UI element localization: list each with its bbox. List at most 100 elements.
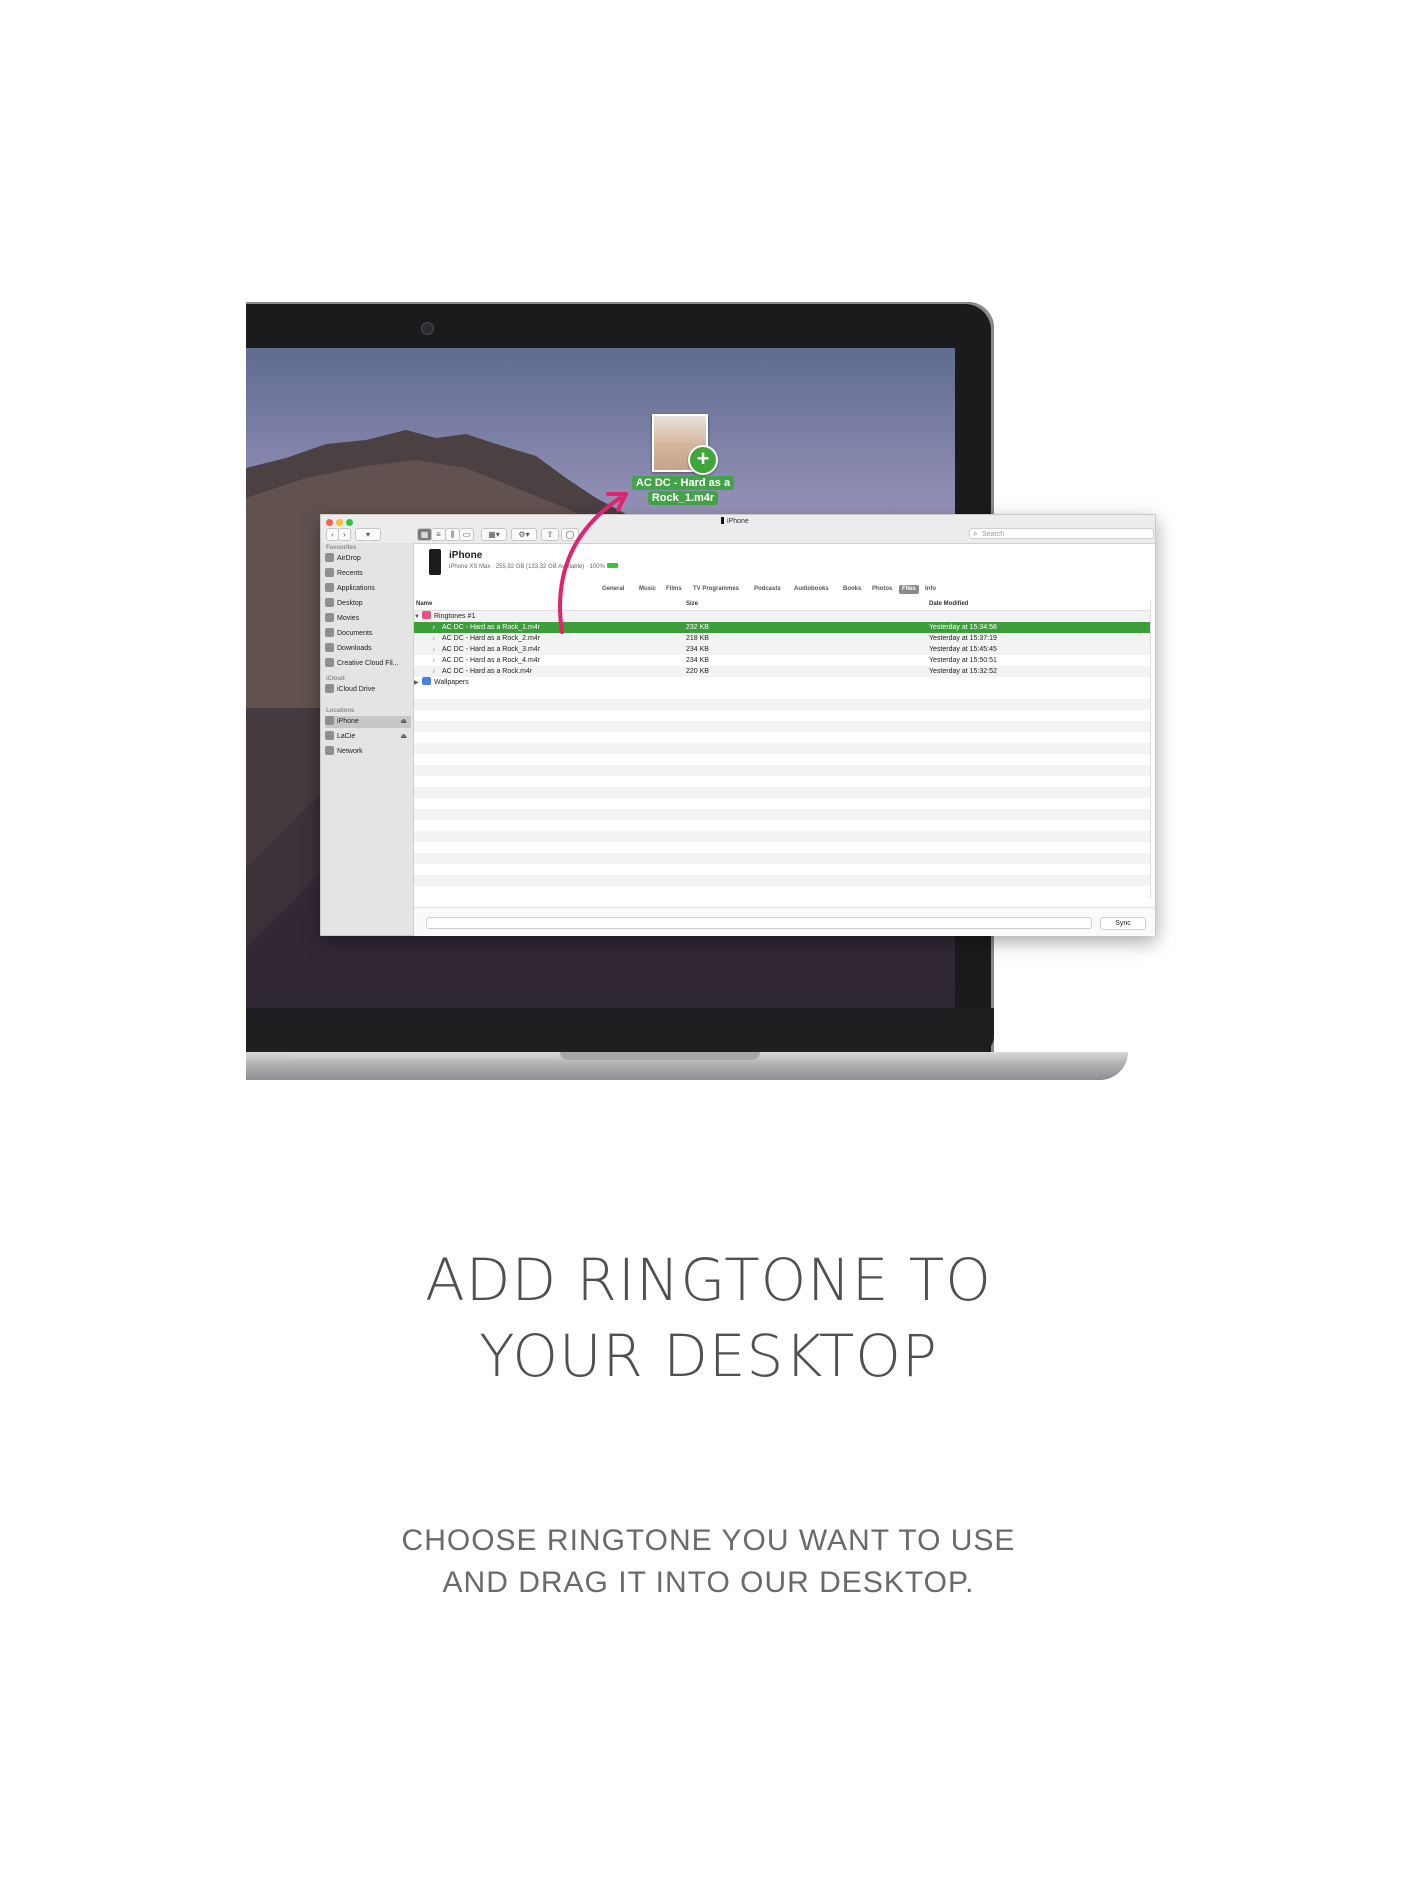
sidebar-heading-locations: Locations	[326, 708, 355, 714]
device-info: iPhone XS Max · 255,92 GB (133,32 GB Ava…	[449, 563, 618, 570]
sync-button[interactable]: Sync	[1100, 917, 1146, 930]
search-input[interactable]: Search	[969, 528, 1154, 539]
sidebar-item-documents[interactable]: Documents	[325, 628, 411, 640]
title-bar: ‹ › ▾ ▦ ≡ ⫼ ▭ ▦▾ ⚙▾ ⇪ ◯ iPhone Search	[321, 515, 1155, 544]
tab-films[interactable]: Films	[663, 585, 685, 594]
movies-icon	[325, 613, 334, 622]
clock-icon	[325, 568, 334, 577]
sidebar-item-icloud-drive[interactable]: iCloud Drive	[325, 684, 411, 696]
iphone-device-icon	[429, 549, 441, 575]
tab-podcasts[interactable]: Podcasts	[751, 585, 784, 594]
laptop-base-highlight	[290, 1054, 556, 1058]
device-header: iPhone iPhone XS Max · 255,92 GB (133,32…	[414, 543, 1155, 581]
device-name: iPhone	[449, 550, 483, 561]
dragged-file-label-line2: Rock_1.m4r	[647, 491, 719, 505]
file-row[interactable]: ♪ AC DC - Hard as a Rock_4.m4r 234 KB Yes…	[414, 655, 1150, 666]
share-button[interactable]: ⇪	[541, 528, 559, 541]
list-view-button[interactable]: ≡	[431, 528, 446, 541]
file-row[interactable]: ♪ AC DC - Hard as a Rock_3.m4r 234 KB Yes…	[414, 644, 1150, 655]
document-icon	[325, 628, 334, 637]
tab-books[interactable]: Books	[840, 585, 864, 594]
empty-row-stripe	[414, 831, 1150, 842]
sidebar-item-downloads[interactable]: Downloads	[325, 643, 411, 655]
storage-bar	[426, 917, 1092, 929]
column-header-size[interactable]: Size	[686, 601, 698, 607]
file-row[interactable]: ♪ AC DC - Hard as a Rock.m4r 220 KB Yeste…	[414, 666, 1150, 677]
eject-icon[interactable]: ⏏	[400, 716, 407, 728]
file-list: Name Size Date Modified ▼ Ringtones #1 ♪ A…	[414, 600, 1151, 898]
battery-icon	[606, 563, 618, 568]
empty-row-stripe	[414, 853, 1150, 864]
tab-tv-programmes[interactable]: TV Programmes	[690, 585, 742, 594]
empty-row-stripe	[414, 809, 1150, 820]
tag-button[interactable]: ◯	[561, 528, 579, 541]
sidebar-item-recents[interactable]: Recents	[325, 568, 411, 580]
empty-row-stripe	[414, 875, 1150, 886]
sidebar-item-creative-cloud[interactable]: Creative Cloud Fil...	[325, 658, 411, 670]
sidebar-item-airdrop[interactable]: AirDrop	[325, 553, 411, 565]
ringtones-folder-icon	[422, 611, 431, 619]
forward-button[interactable]: ›	[338, 528, 351, 541]
music-note-icon: ♪	[432, 657, 436, 664]
icon-view-button[interactable]: ▦	[417, 528, 432, 541]
page-title-line2: YOUR DESKTOP	[479, 1322, 938, 1390]
camera	[421, 322, 434, 335]
desktop-icon	[325, 598, 334, 607]
empty-row-stripe	[414, 743, 1150, 754]
download-icon	[325, 643, 334, 652]
music-note-icon: ♪	[432, 635, 436, 642]
column-headers: Name Size Date Modified	[414, 600, 1150, 611]
file-row[interactable]: ♪ AC DC - Hard as a Rock_1.m4r 232 KB Yes…	[414, 622, 1150, 633]
sidebar-item-iphone[interactable]: iPhone ⏏	[325, 716, 411, 728]
tab-music[interactable]: Music	[636, 585, 659, 594]
finder-window: ‹ › ▾ ▦ ≡ ⫼ ▭ ▦▾ ⚙▾ ⇪ ◯ iPhone Search Fa…	[320, 514, 1156, 936]
page-subtitle-line1: CHOOSE RINGTONE YOU WANT TO USE	[401, 1524, 1016, 1557]
cloud-icon	[325, 658, 334, 667]
tab-photos[interactable]: Photos	[869, 585, 895, 594]
group-button[interactable]: ▦▾	[481, 528, 507, 541]
phone-icon	[721, 517, 724, 524]
tab-audiobooks[interactable]: Audiobooks	[791, 585, 832, 594]
music-note-icon: ♪	[432, 668, 436, 675]
sidebar-item-network[interactable]: Network	[325, 746, 411, 758]
disclosure-triangle-icon[interactable]: ▶	[414, 678, 422, 689]
sidebar-item-applications[interactable]: Applications	[325, 583, 411, 595]
laptop-chin	[246, 1008, 994, 1054]
applications-icon	[325, 583, 334, 592]
tab-info[interactable]: Info	[922, 585, 939, 594]
eject-icon[interactable]: ⏏	[400, 731, 407, 743]
column-header-date[interactable]: Date Modified	[929, 601, 968, 607]
sidebar-heading-favourites: Favourites	[326, 545, 357, 551]
folder-row-ringtones[interactable]: ▼ Ringtones #1	[414, 611, 1150, 622]
folder-row-wallpapers[interactable]: ▶ Wallpapers	[414, 677, 1150, 688]
wallpapers-folder-icon	[422, 677, 431, 685]
tab-bar: General Music Films TV Programmes Podcas…	[414, 583, 1155, 597]
minimize-window-button[interactable]	[336, 519, 343, 526]
sidebar-item-lacie[interactable]: LaCie ⏏	[325, 731, 411, 743]
phone-icon	[325, 716, 334, 725]
path-dropdown-button[interactable]: ▾	[355, 528, 381, 541]
empty-row-stripe	[414, 699, 1150, 710]
tab-general[interactable]: General	[599, 585, 627, 594]
zoom-window-button[interactable]	[346, 519, 353, 526]
close-window-button[interactable]	[326, 519, 333, 526]
column-view-button[interactable]: ⫼	[445, 528, 460, 541]
action-gear-button[interactable]: ⚙▾	[511, 528, 537, 541]
network-icon	[325, 746, 334, 755]
dragged-file-label-line1: AC DC - Hard as a	[631, 476, 735, 490]
column-header-name[interactable]: Name	[416, 601, 432, 607]
empty-row-stripe	[414, 721, 1150, 732]
page-title-line1: ADD RINGTONE TO	[425, 1246, 992, 1314]
sidebar-item-desktop[interactable]: Desktop	[325, 598, 411, 610]
gallery-view-button[interactable]: ▭	[459, 528, 474, 541]
sidebar-heading-icloud: iCloud	[326, 676, 345, 682]
page-title: ADD RINGTONE TO YOUR DESKTOP	[0, 1242, 1417, 1394]
laptop-notch	[560, 1052, 760, 1060]
file-row[interactable]: ♪ AC DC - Hard as a Rock_2.m4r 218 KB Yes…	[414, 633, 1150, 644]
copy-plus-icon: +	[688, 445, 718, 475]
window-title: iPhone	[721, 517, 749, 525]
airdrop-icon	[325, 553, 334, 562]
sidebar-item-movies[interactable]: Movies	[325, 613, 411, 625]
tab-files[interactable]: Files	[899, 585, 919, 594]
music-note-icon: ♪	[432, 624, 436, 631]
